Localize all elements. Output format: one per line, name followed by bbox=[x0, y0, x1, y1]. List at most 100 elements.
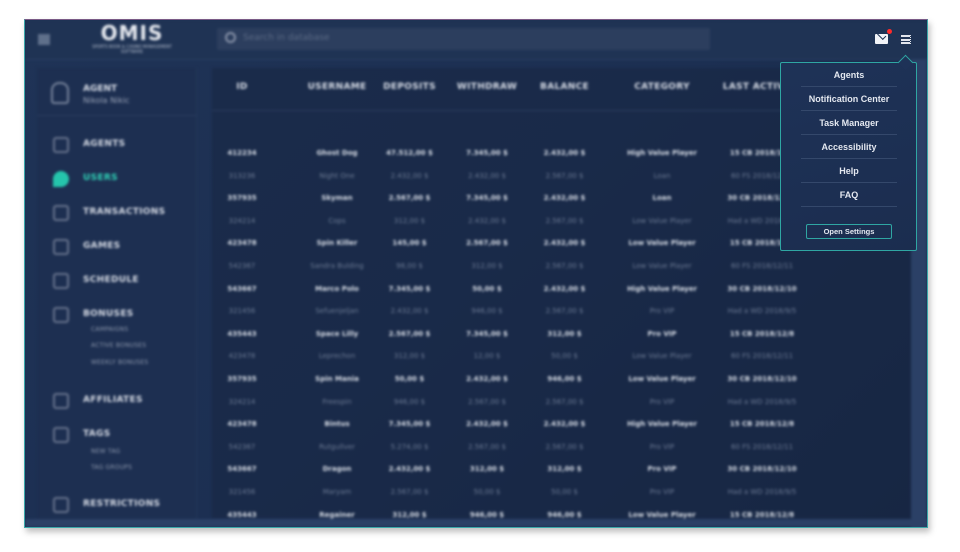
menu-item-faq[interactable]: FAQ bbox=[801, 183, 897, 207]
agent-profile[interactable]: AGENT Nikola Nikic bbox=[37, 76, 197, 116]
table-cell: 2.432,00 $ bbox=[466, 375, 508, 383]
sidebar-subitem-active-bonuses[interactable]: ACTIVE BONUSES bbox=[91, 342, 146, 349]
table-cell: Loan bbox=[652, 194, 672, 203]
table-cell: Low Value Player bbox=[632, 216, 692, 225]
table-cell: 30 CB 2018/12/10 bbox=[727, 465, 797, 474]
menu-item-help[interactable]: Help bbox=[801, 159, 897, 183]
search-input[interactable]: Search in database bbox=[217, 28, 710, 50]
table-cell: 324214 bbox=[228, 397, 256, 406]
table-row[interactable]: 423478 Leprechon 312,00 $ 12,00 $ 50,00 $ Low… bbox=[212, 347, 912, 369]
table-cell: 321456 bbox=[228, 307, 256, 316]
table-cell: Space Lilly bbox=[315, 329, 359, 338]
table-cell: Dragon bbox=[322, 465, 352, 474]
open-settings-button[interactable]: Open Settings bbox=[806, 224, 892, 239]
sidebar-subitem-tag-groups[interactable]: TAG GROUPS bbox=[91, 464, 132, 471]
sidebar-item-transactions[interactable]: TRANSACTIONS bbox=[37, 202, 197, 224]
schedule-icon bbox=[53, 273, 69, 289]
users-icon bbox=[53, 171, 69, 187]
sidebar-toggle-icon[interactable] bbox=[38, 34, 50, 45]
table-cell: 15 CB 2018/12/8 bbox=[729, 510, 795, 519]
sidebar-item-bonuses[interactable]: BONUSES bbox=[37, 304, 197, 326]
sidebar-item-restrictions[interactable]: RESTRICTIONS bbox=[37, 494, 197, 516]
column-header[interactable]: DEPOSITS bbox=[372, 82, 447, 92]
table-cell: 542367 bbox=[228, 442, 256, 451]
notification-dot bbox=[887, 29, 892, 34]
table-row[interactable]: 324214 Freespin 946,00 $ 2.567,00 $ 2.567,00… bbox=[212, 393, 912, 415]
menu-item-task-manager[interactable]: Task Manager bbox=[801, 111, 897, 135]
table-cell: 946,00 $ bbox=[469, 510, 505, 519]
menu-item-notification-center[interactable]: Notification Center bbox=[801, 87, 897, 111]
table-cell: Marco Polo bbox=[315, 284, 359, 293]
sidebar-item-affiliates[interactable]: AFFILIATES bbox=[37, 390, 197, 412]
table-cell: 15 CB 2018/12/8 bbox=[729, 329, 795, 338]
sidebar-subitem-campaigns[interactable]: CAMPAIGNS bbox=[91, 326, 128, 333]
menu-item-accessibility[interactable]: Accessibility bbox=[801, 135, 897, 159]
table-row[interactable]: 321456 Maryam 2.567,00 $ 50,00 $ 50,00 $ Pro … bbox=[212, 483, 912, 505]
table-cell: 2.567,00 $ bbox=[545, 442, 584, 451]
table-cell: 30 CB 2018/12/10 bbox=[727, 284, 797, 293]
agent-avatar-icon bbox=[51, 82, 69, 104]
table-cell: 2.567,00 $ bbox=[545, 397, 584, 406]
table-cell: Bintus bbox=[324, 420, 350, 429]
table-cell: 2.432,00 $ bbox=[388, 465, 431, 474]
sidebar-item-tags[interactable]: TAGS bbox=[37, 424, 197, 446]
table-row[interactable]: 543667 Dragon 2.432,00 $ 312,00 $ 312,00 $ Pr… bbox=[212, 460, 912, 482]
mail-icon[interactable] bbox=[875, 34, 888, 44]
affiliates-icon bbox=[53, 393, 69, 409]
logo-subtitle: SPORTS BOOK & CASINO MANAGEMENT SOFTWARE bbox=[92, 44, 172, 54]
table-cell: 312,00 $ bbox=[469, 465, 505, 474]
table-cell: 423478 bbox=[227, 420, 257, 429]
table-cell: 2.567,00 $ bbox=[545, 262, 584, 270]
table-row[interactable]: 423478 Bintus 7.345,00 $ 2.432,00 $ 2.432,00… bbox=[212, 415, 912, 437]
table-cell: 7.345,00 $ bbox=[466, 149, 508, 157]
logo[interactable]: OMIS SPORTS BOOK & CASINO MANAGEMENT SOF… bbox=[87, 22, 177, 58]
table-row[interactable]: 542367 Rutgullver 5.274,00 $ 2.567,00 $ 2.56… bbox=[212, 438, 912, 460]
table-cell: High Value Player bbox=[627, 420, 697, 429]
column-header[interactable]: USERNAME bbox=[292, 82, 382, 92]
sidebar-item-users[interactable]: USERS bbox=[37, 168, 197, 190]
column-header[interactable]: ID bbox=[226, 82, 258, 92]
column-header[interactable]: CATEGORY bbox=[612, 82, 712, 92]
sidebar-item-label: AFFILIATES bbox=[83, 395, 143, 405]
table-cell: 312,00 $ bbox=[392, 510, 427, 519]
table-cell: Pro VIP bbox=[647, 329, 677, 338]
sidebar-item-schedule[interactable]: SCHEDULE bbox=[37, 270, 197, 292]
agent-label: AGENT bbox=[83, 84, 118, 94]
table-cell: 946,00 $ bbox=[547, 375, 582, 383]
table-cell: 542367 bbox=[228, 262, 256, 270]
table-cell: 2.432,00 $ bbox=[390, 307, 429, 316]
table-cell: Had a WD 2018/9/5 bbox=[727, 307, 797, 316]
table-cell: 50,00 $ bbox=[551, 352, 578, 361]
sidebar-item-label: GAMES bbox=[83, 241, 121, 251]
table-cell: 2.432,00 $ bbox=[468, 216, 506, 225]
table-cell: 50,00 $ bbox=[473, 488, 501, 496]
top-bar: OMIS SPORTS BOOK & CASINO MANAGEMENT SOF… bbox=[25, 20, 927, 60]
table-cell: Rutgullver bbox=[319, 442, 355, 451]
sidebar-subitem-weekly-bonuses[interactable]: WEEKLY BONUSES bbox=[91, 359, 148, 366]
table-row[interactable]: 357935 Spin Mania 50,00 $ 2.432,00 $ 946,00 … bbox=[212, 370, 912, 392]
sidebar-item-label: AGENTS bbox=[83, 139, 126, 149]
table-cell: 357935 bbox=[227, 194, 257, 203]
table-cell: Low Value Player bbox=[632, 352, 692, 361]
column-header[interactable]: BALANCE bbox=[532, 82, 597, 92]
table-cell: Low Value Player bbox=[628, 239, 696, 248]
table-cell: 2.567,00 $ bbox=[388, 194, 431, 203]
column-header[interactable]: WITHDRAW bbox=[447, 82, 527, 92]
table-cell: 2.432,00 $ bbox=[466, 420, 508, 429]
table-row[interactable]: 321456 Sefuenjeljan 2.432,00 $ 946,00 $ 2.56… bbox=[212, 302, 912, 324]
table-cell: High Value Player bbox=[627, 149, 697, 157]
table-cell: 312,00 $ bbox=[547, 329, 582, 338]
menu-icon[interactable] bbox=[901, 35, 913, 44]
table-cell: Had a WD 2018/9/5 bbox=[727, 488, 797, 496]
sidebar-item-games[interactable]: GAMES bbox=[37, 236, 197, 258]
table-row[interactable]: 542367 Sandra Bulding 98,00 $ 312,00 $ 2.567… bbox=[212, 257, 912, 279]
menu-item-agents[interactable]: Agents bbox=[801, 63, 897, 87]
table-row[interactable]: 435443 Space Lilly 2.567,00 $ 7.345,00 $ 312… bbox=[212, 325, 912, 347]
table-cell: 2.567,00 $ bbox=[545, 171, 584, 180]
sidebar-subitem-new-tag[interactable]: NEW TAG bbox=[91, 448, 120, 455]
table-cell: 7.345,00 $ bbox=[466, 329, 508, 338]
table-cell: 435443 bbox=[227, 329, 257, 338]
sidebar-item-agents[interactable]: AGENTS bbox=[37, 134, 197, 156]
table-row[interactable]: 543667 Marco Polo 7.345,00 $ 50,00 $ 2.432,0… bbox=[212, 280, 912, 302]
table-cell: Pro VIP bbox=[649, 397, 675, 406]
